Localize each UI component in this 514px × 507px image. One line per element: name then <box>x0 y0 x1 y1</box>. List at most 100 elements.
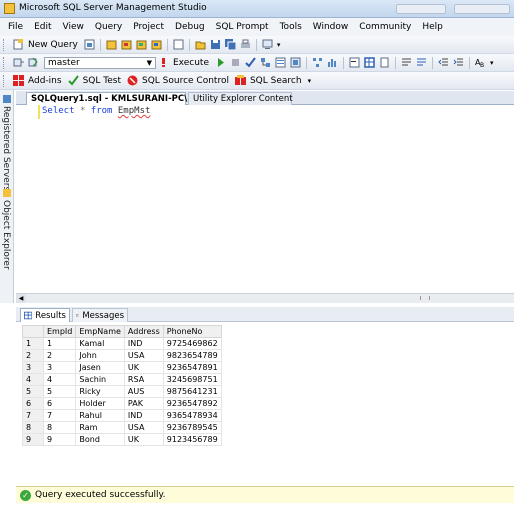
table-cell[interactable]: 9123456789 <box>162 433 222 446</box>
query-designer-icon[interactable] <box>275 57 286 68</box>
results-to-file-icon[interactable] <box>379 57 390 68</box>
toolbar-grip[interactable] <box>3 56 7 69</box>
dmx-query-icon[interactable] <box>136 39 147 50</box>
specify-values-icon[interactable]: AB <box>475 57 486 68</box>
window-button[interactable] <box>454 4 510 14</box>
save-icon[interactable] <box>210 39 221 50</box>
column-header[interactable]: EmpName <box>75 325 125 338</box>
table-cell[interactable]: 9 <box>42 433 77 446</box>
print-icon[interactable] <box>240 39 251 50</box>
menu-debug[interactable]: Debug <box>175 22 205 32</box>
table-cell[interactable]: USA <box>123 421 164 434</box>
table-cell[interactable]: IND <box>123 337 164 350</box>
toolbar-overflow-icon[interactable]: ▾ <box>277 41 281 49</box>
row-number[interactable]: 2 <box>22 349 44 362</box>
table-cell[interactable]: 9236547891 <box>162 361 222 374</box>
row-number[interactable]: 1 <box>22 337 44 350</box>
menu-view[interactable]: View <box>63 22 84 32</box>
addins-button[interactable]: Add-ins <box>28 76 62 86</box>
row-number[interactable]: 8 <box>22 421 44 434</box>
toolbar-grip[interactable] <box>3 74 7 87</box>
mdx-query-icon[interactable] <box>121 39 132 50</box>
analysis-query-icon[interactable] <box>106 39 117 50</box>
toolbar-overflow-icon[interactable]: ▾ <box>308 77 312 85</box>
table-cell[interactable]: 1 <box>42 337 77 350</box>
change-connection-icon[interactable] <box>28 57 39 68</box>
results-to-text-icon[interactable] <box>349 57 360 68</box>
row-number-header[interactable] <box>22 325 44 338</box>
database-select[interactable]: master ▼ <box>44 56 156 69</box>
row-number[interactable]: 9 <box>22 433 44 446</box>
tab-utility-explorer-content[interactable]: Utility Explorer Content <box>188 92 293 105</box>
results-to-grid-icon[interactable] <box>364 57 375 68</box>
object-explorer-tab[interactable]: Object Explorer <box>1 200 11 270</box>
execute-button[interactable]: Execute <box>173 58 209 68</box>
table-cell[interactable]: AUS <box>123 385 164 398</box>
table-cell[interactable]: 5 <box>42 385 77 398</box>
decrease-indent-icon[interactable] <box>438 57 449 68</box>
table-cell[interactable]: Kamal <box>75 337 125 350</box>
tab-sqlquery1[interactable]: SQLQuery1.sql - KMLSURANI-PC\...))* <box>26 92 209 105</box>
registered-servers-tab[interactable]: Registered Servers <box>1 106 11 191</box>
client-statistics-icon[interactable] <box>327 57 338 68</box>
table-cell[interactable]: 2 <box>42 349 77 362</box>
table-cell[interactable]: UK <box>123 361 164 374</box>
table-cell[interactable]: Ricky <box>75 385 125 398</box>
database-query-icon[interactable] <box>84 39 95 50</box>
estimated-plan-icon[interactable] <box>260 57 271 68</box>
table-cell[interactable]: 3 <box>42 361 77 374</box>
stop-icon[interactable] <box>230 57 241 68</box>
table-cell[interactable]: 9725469862 <box>162 337 222 350</box>
menu-project[interactable]: Project <box>133 22 164 32</box>
actual-plan-icon[interactable] <box>312 57 323 68</box>
open-folder-icon[interactable] <box>195 39 206 50</box>
table-cell[interactable]: 6 <box>42 397 77 410</box>
table-cell[interactable]: 8 <box>42 421 77 434</box>
row-number[interactable]: 3 <box>22 361 44 374</box>
row-number[interactable]: 5 <box>22 385 44 398</box>
table-cell[interactable]: 4 <box>42 373 77 386</box>
menu-community[interactable]: Community <box>359 22 411 32</box>
table-cell[interactable]: 9823654789 <box>162 349 222 362</box>
new-query-button[interactable]: New Query <box>28 40 78 50</box>
increase-indent-icon[interactable] <box>453 57 464 68</box>
table-cell[interactable]: 3245698751 <box>162 373 222 386</box>
sql-test-button[interactable]: SQL Test <box>83 76 121 86</box>
column-header[interactable]: PhoneNo <box>162 325 222 338</box>
table-cell[interactable]: Bond <box>75 433 125 446</box>
save-all-icon[interactable] <box>224 39 236 50</box>
connect-icon[interactable] <box>13 57 24 68</box>
menu-query[interactable]: Query <box>95 22 122 32</box>
intellisense-icon[interactable] <box>290 57 301 68</box>
code-line[interactable]: Select * from EmpMst <box>42 106 150 116</box>
menu-tools[interactable]: Tools <box>280 22 302 32</box>
table-cell[interactable]: 9875641231 <box>162 385 222 398</box>
table-cell[interactable]: Ram <box>75 421 125 434</box>
menu-sql-prompt[interactable]: SQL Prompt <box>216 22 269 32</box>
tab-messages[interactable]: Messages <box>72 308 128 322</box>
menu-edit[interactable]: Edit <box>34 22 51 32</box>
parse-check-icon[interactable] <box>245 57 256 68</box>
xmla-query-icon[interactable] <box>151 39 162 50</box>
row-number[interactable]: 6 <box>22 397 44 410</box>
table-cell[interactable]: 9236789545 <box>162 421 222 434</box>
menu-file[interactable]: File <box>8 22 23 32</box>
table-cell[interactable]: 7 <box>42 409 77 422</box>
sql-source-control-button[interactable]: SQL Source Control <box>142 76 229 86</box>
table-cell[interactable]: USA <box>123 349 164 362</box>
query-editor[interactable]: Select * from EmpMst <box>16 105 514 293</box>
table-cell[interactable]: Holder <box>75 397 125 410</box>
table-cell[interactable]: Rahul <box>75 409 125 422</box>
table-cell[interactable]: John <box>75 349 125 362</box>
menu-help[interactable]: Help <box>422 22 443 32</box>
scroll-left-icon[interactable]: ◀ <box>16 294 26 303</box>
tab-results[interactable]: Results <box>20 308 70 322</box>
activity-monitor-icon[interactable] <box>262 39 273 50</box>
table-cell[interactable]: RSA <box>123 373 164 386</box>
table-cell[interactable]: IND <box>123 409 164 422</box>
table-cell[interactable]: 9365478934 <box>162 409 222 422</box>
window-button[interactable] <box>396 4 446 14</box>
toolbar-overflow-icon[interactable]: ▾ <box>490 59 494 67</box>
debug-play-icon[interactable] <box>215 57 226 68</box>
splitter-grip[interactable] <box>420 296 430 300</box>
